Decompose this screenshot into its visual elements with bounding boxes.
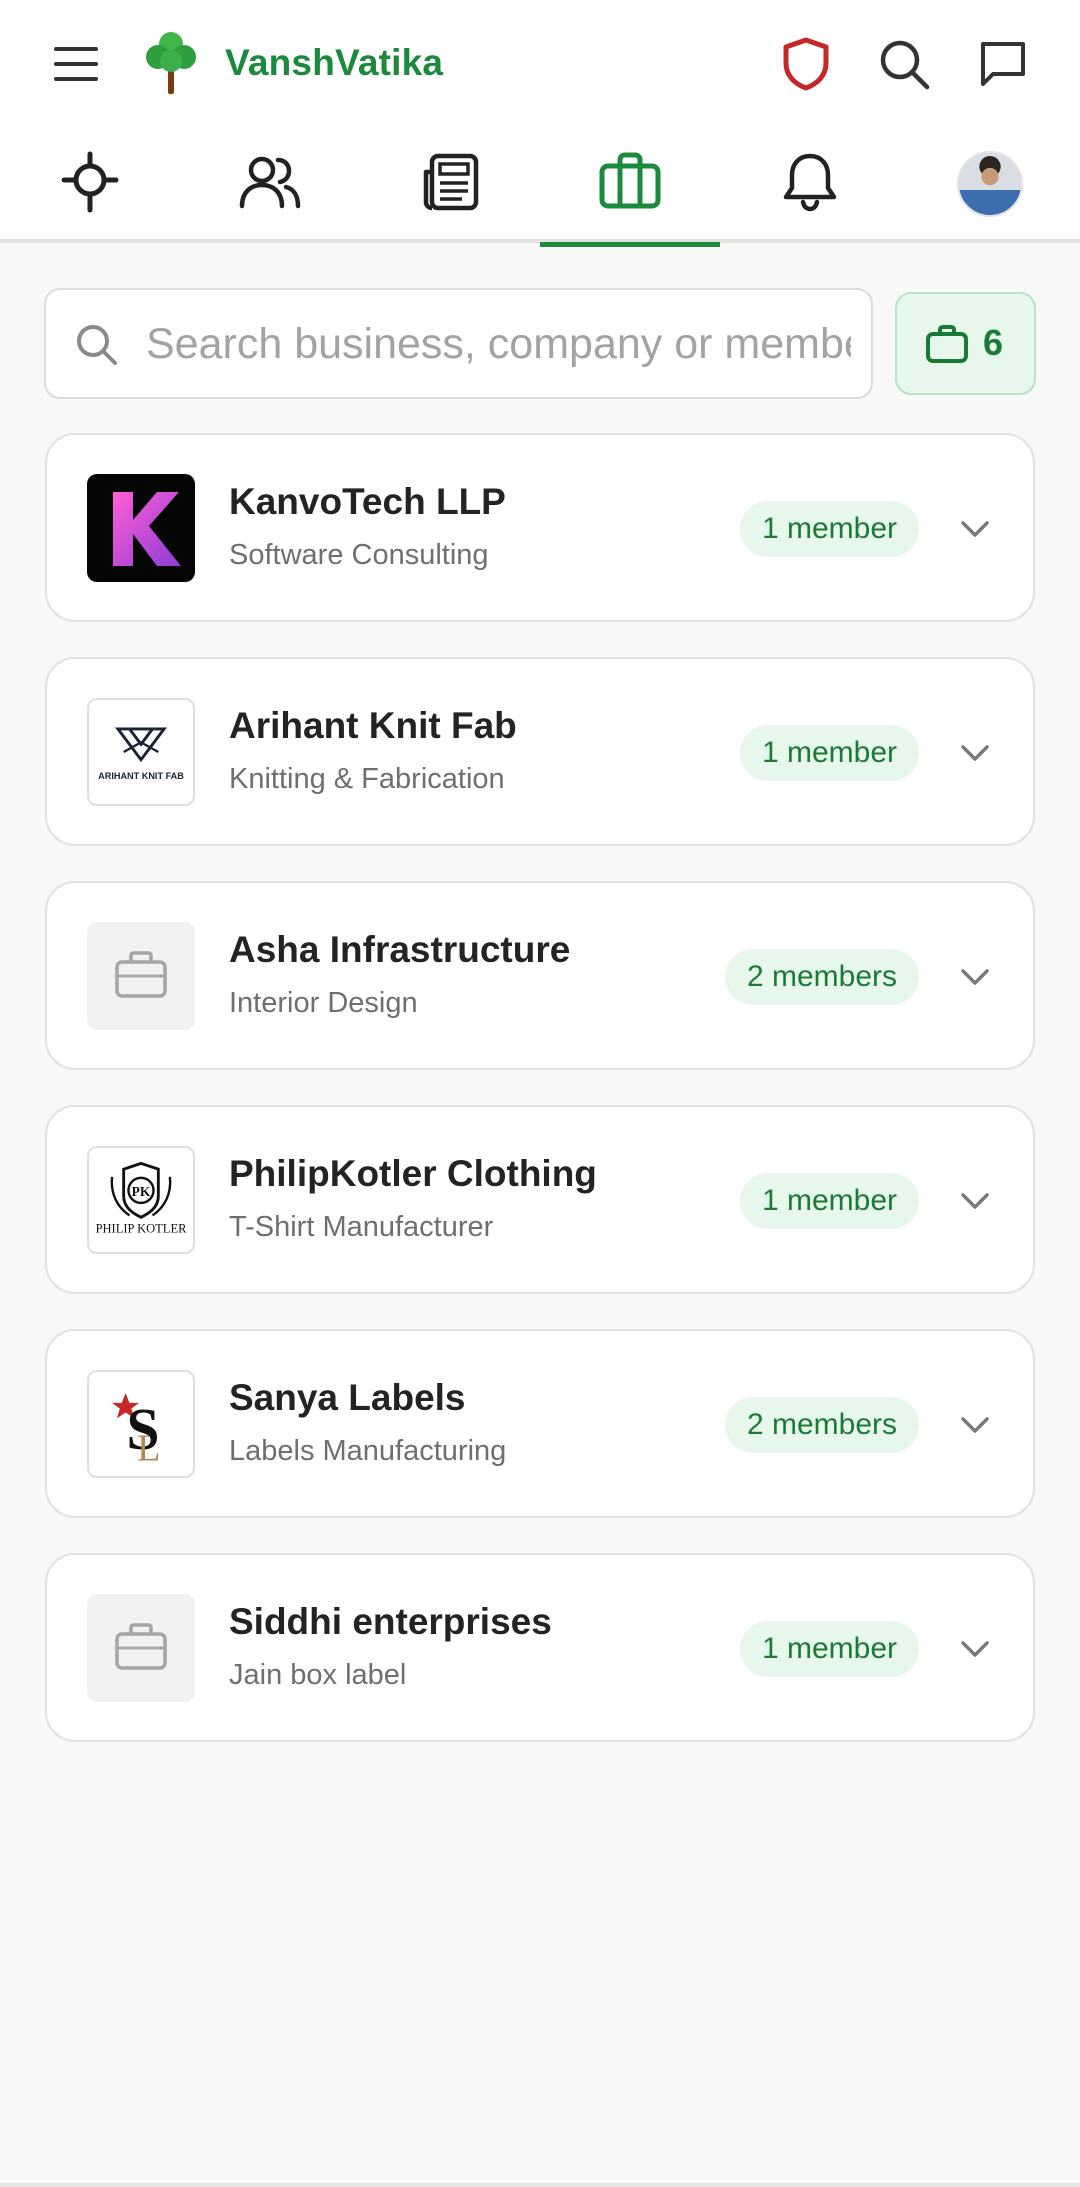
chevron-down-icon[interactable] <box>958 962 992 992</box>
member-count-badge: 1 member <box>739 725 919 781</box>
philipkotler-logo: PK PHILIP KOTLER <box>87 1146 195 1254</box>
business-category: Labels Manufacturing <box>229 1435 507 1467</box>
briefcase-icon <box>599 152 661 209</box>
chevron-down-icon[interactable] <box>958 1634 992 1664</box>
business-card[interactable]: PK PHILIP KOTLER PhilipKotler Clothing T… <box>45 1105 1035 1294</box>
chevron-down-icon[interactable] <box>958 738 992 768</box>
avatar <box>957 151 1023 217</box>
business-card[interactable]: KanvoTech LLP Software Consulting 1 memb… <box>45 433 1035 622</box>
family-tree-icon <box>61 151 119 213</box>
business-name: PhilipKotler Clothing <box>229 1153 597 1194</box>
search-icon <box>77 325 117 365</box>
member-count-badge: 1 member <box>739 1173 919 1229</box>
chevron-down-icon[interactable] <box>958 514 992 544</box>
tree-logo <box>143 30 199 96</box>
bottom-divider <box>0 2183 1080 2187</box>
business-category: Jain box label <box>229 1659 407 1691</box>
tab-profile[interactable] <box>900 128 1080 243</box>
chevron-down-icon[interactable] <box>958 1410 992 1440</box>
menu-icon[interactable] <box>50 40 106 88</box>
business-category: Knitting & Fabrication <box>229 763 505 795</box>
arihant-logo: ARIHANT KNIT FAB <box>87 698 195 806</box>
tab-notifications[interactable] <box>720 128 900 243</box>
business-name: Sanya Labels <box>229 1377 466 1418</box>
member-count-badge: 1 member <box>739 501 919 557</box>
member-count-badge: 2 members <box>724 1397 919 1453</box>
business-count: 6 <box>983 322 1004 363</box>
tab-news[interactable] <box>360 128 540 243</box>
business-card[interactable]: Asha Infrastructure Interior Design 2 me… <box>45 881 1035 1070</box>
brand-name: VanshVatika <box>225 42 444 83</box>
kanvotech-logo <box>87 474 195 582</box>
chevron-down-icon[interactable] <box>958 1186 992 1216</box>
chat-icon[interactable] <box>977 38 1029 90</box>
tab-people[interactable] <box>180 128 360 243</box>
people-icon <box>239 156 301 209</box>
business-card[interactable]: ARIHANT KNIT FAB Arihant Knit Fab Knitti… <box>45 657 1035 846</box>
business-card[interactable]: Siddhi enterprises Jain box label 1 memb… <box>45 1553 1035 1742</box>
svg-text:L: L <box>137 1428 161 1470</box>
search-input[interactable] <box>146 310 851 378</box>
business-card[interactable]: S L Sanya Labels Labels Manufacturing 2 … <box>45 1329 1035 1518</box>
business-name: Asha Infrastructure <box>229 929 571 970</box>
sanya-labels-logo: S L <box>87 1370 195 1478</box>
business-category: Software Consulting <box>229 539 489 571</box>
tab-business[interactable] <box>540 128 720 247</box>
search-bar <box>44 288 873 399</box>
business-name: Siddhi enterprises <box>229 1601 552 1642</box>
briefcase-icon <box>926 325 968 363</box>
briefcase-placeholder-icon <box>87 922 195 1030</box>
tab-family-tree[interactable] <box>0 128 180 243</box>
app-bar: VanshVatika <box>0 0 1080 128</box>
tab-bar <box>0 128 1080 247</box>
svg-text:PK: PK <box>132 1184 151 1199</box>
business-name: KanvoTech LLP <box>229 481 506 522</box>
svg-text:PHILIP KOTLER: PHILIP KOTLER <box>96 1222 188 1236</box>
shield-icon[interactable] <box>780 36 832 92</box>
member-count-badge: 2 members <box>724 949 919 1005</box>
member-count-badge: 1 member <box>739 1621 919 1677</box>
business-category: Interior Design <box>229 987 418 1019</box>
business-category: T-Shirt Manufacturer <box>229 1211 494 1243</box>
bell-icon <box>783 153 837 212</box>
search-icon[interactable] <box>877 37 931 91</box>
briefcase-placeholder-icon <box>87 1594 195 1702</box>
newspaper-icon <box>423 153 479 211</box>
svg-text:ARIHANT KNIT FAB: ARIHANT KNIT FAB <box>98 771 184 781</box>
business-name: Arihant Knit Fab <box>229 705 517 746</box>
business-count-badge[interactable]: 6 <box>895 292 1036 395</box>
